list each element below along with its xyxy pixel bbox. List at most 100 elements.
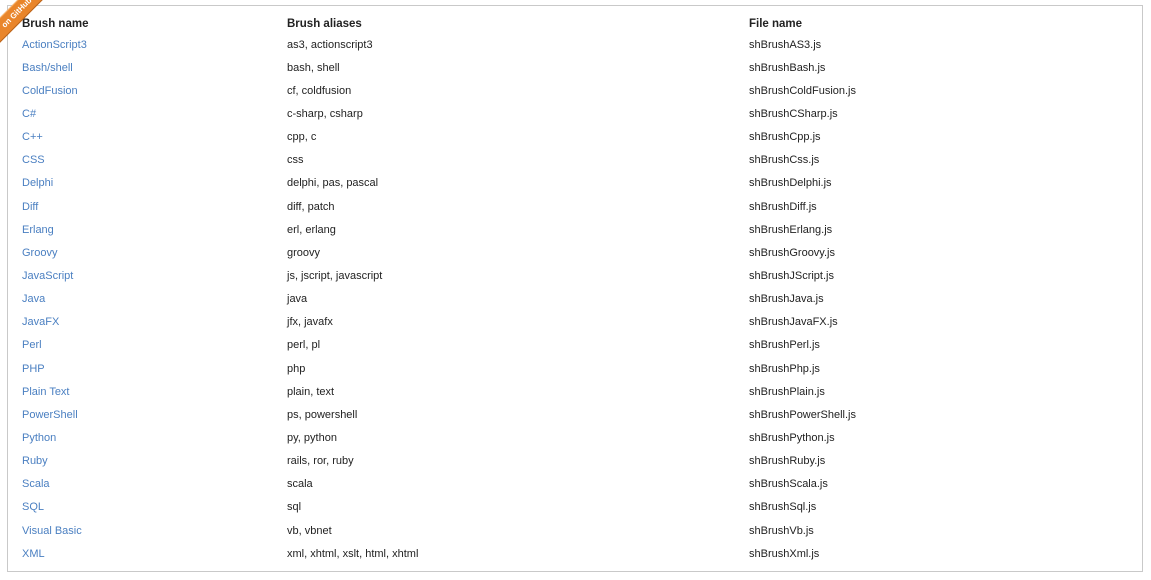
table-row: Perl perl, pl shBrushPerl.js: [21, 334, 1129, 357]
brush-aliases-cell: php: [287, 362, 306, 375]
brush-aliases-cell: rails, ror, ruby: [287, 455, 354, 468]
file-name-cell: shBrushPerl.js: [749, 339, 820, 352]
brush-name-cell: Bash/shell: [21, 56, 286, 79]
brush-name-link[interactable]: Delphi: [22, 177, 53, 189]
file-name-cell: shBrushJava.js: [749, 293, 824, 306]
table-row: Plain Text plain, text shBrushPlain.js: [21, 380, 1129, 403]
brush-name-cell: SQL: [21, 496, 286, 519]
file-name-cell: shBrushPython.js: [749, 431, 835, 444]
header-brush-name: Brush name: [22, 17, 89, 30]
table-row: Ruby rails, ror, ruby shBrushRuby.js: [21, 450, 1129, 473]
table-row: Bash/shell bash, shell shBrushBash.js: [21, 56, 1129, 79]
brush-name-link[interactable]: JavaFX: [22, 316, 59, 328]
brush-name-cell: CSS: [21, 149, 286, 172]
table-row: XML xml, xhtml, xslt, html, xhtml shBrushX…: [21, 542, 1129, 565]
brush-name-link[interactable]: Erlang: [22, 224, 54, 236]
file-name-cell: shBrushCpp.js: [749, 131, 821, 144]
brush-name-link[interactable]: Plain Text: [22, 386, 70, 398]
brush-aliases-cell: perl, pl: [287, 339, 321, 352]
table-row: Erlang erl, erlang shBrushErlang.js: [21, 218, 1129, 241]
brush-name-cell: XML: [21, 542, 286, 565]
table-row: SQL sql shBrushSql.js: [21, 496, 1129, 519]
brush-aliases-cell: plain, text: [287, 385, 335, 398]
brush-aliases-cell: cpp, c: [287, 131, 317, 144]
brush-aliases-cell: ps, powershell: [287, 408, 358, 421]
brush-name-link[interactable]: Python: [22, 432, 56, 444]
brush-name-cell: Diff: [21, 195, 286, 218]
table-row: JavaFX jfx, javafx shBrushJavaFX.js: [21, 311, 1129, 334]
brush-aliases-cell: erl, erlang: [287, 223, 336, 236]
table-row: JavaScript js, jscript, javascript shBrush…: [21, 264, 1129, 287]
brush-name-link[interactable]: ColdFusion: [22, 85, 78, 97]
brushes-panel: on GitHub Brush name Brush aliases File …: [0, 0, 1143, 572]
file-name-cell: shBrushRuby.js: [749, 455, 826, 468]
brush-aliases-cell: bash, shell: [287, 61, 340, 74]
brush-name-cell: Java: [21, 288, 286, 311]
brush-name-link[interactable]: JavaScript: [22, 270, 73, 282]
file-name-cell: shBrushXml.js: [749, 547, 820, 560]
file-name-cell: shBrushColdFusion.js: [749, 84, 856, 97]
brush-aliases-cell: c-sharp, csharp: [287, 107, 363, 120]
brush-name-link[interactable]: Diff: [22, 201, 38, 213]
brush-name-link[interactable]: PowerShell: [22, 409, 78, 421]
header-file-name: File name: [749, 17, 803, 30]
file-name-cell: shBrushCSharp.js: [749, 107, 838, 120]
brush-name-link[interactable]: XML: [22, 548, 45, 560]
table-row: Scala scala shBrushScala.js: [21, 473, 1129, 496]
brush-name-cell: Delphi: [21, 172, 286, 195]
file-name-cell: shBrushAS3.js: [749, 38, 822, 51]
brush-name-cell: Visual Basic: [21, 519, 286, 542]
file-name-cell: shBrushPhp.js: [749, 362, 820, 375]
file-name-cell: shBrushScala.js: [749, 478, 828, 491]
brush-name-cell: ColdFusion: [21, 79, 286, 102]
brush-name-link[interactable]: ActionScript3: [22, 39, 87, 51]
table-row: C# c-sharp, csharp shBrushCSharp.js: [21, 102, 1129, 125]
brush-name-cell: JavaFX: [21, 311, 286, 334]
brush-aliases-cell: delphi, pas, pascal: [287, 177, 379, 190]
header-brush-aliases: Brush aliases: [287, 17, 362, 30]
table-row: Python py, python shBrushPython.js: [21, 426, 1129, 449]
file-name-cell: shBrushDiff.js: [749, 200, 817, 213]
brush-name-link[interactable]: SQL: [22, 501, 44, 513]
brush-name-link[interactable]: C#: [22, 108, 36, 120]
file-name-cell: shBrushPlain.js: [749, 385, 825, 398]
brush-name-cell: Ruby: [21, 450, 286, 473]
brush-name-link[interactable]: Visual Basic: [22, 525, 82, 537]
brush-aliases-cell: as3, actionscript3: [287, 38, 373, 51]
table-row: Java java shBrushJava.js: [21, 288, 1129, 311]
file-name-cell: shBrushPowerShell.js: [749, 408, 856, 421]
brush-name-cell: ActionScript3: [21, 33, 286, 56]
brush-aliases-cell: scala: [287, 478, 313, 491]
brush-aliases-cell: java: [287, 293, 308, 306]
brush-aliases-cell: vb, vbnet: [287, 524, 332, 537]
brush-aliases-cell: groovy: [287, 246, 321, 259]
brush-aliases-cell: css: [287, 154, 304, 167]
table-row: ActionScript3 as3, actionscript3 shBrushAS…: [21, 33, 1129, 56]
brush-name-cell: JavaScript: [21, 264, 286, 287]
brush-name-link[interactable]: C++: [22, 131, 43, 143]
brush-aliases-cell: js, jscript, javascript: [287, 269, 383, 282]
brushes-table: Brush name Brush aliases File name Actio…: [21, 14, 1129, 565]
brush-name-link[interactable]: Bash/shell: [22, 62, 73, 74]
brush-name-link[interactable]: Ruby: [22, 455, 48, 467]
table-row: C++ cpp, c shBrushCpp.js: [21, 126, 1129, 149]
file-name-cell: shBrushSql.js: [749, 501, 817, 514]
brush-name-link[interactable]: PHP: [22, 363, 45, 375]
brush-name-link[interactable]: CSS: [22, 154, 45, 166]
brush-name-cell: C#: [21, 102, 286, 125]
brush-aliases-cell: sql: [287, 501, 302, 514]
brush-name-link[interactable]: Scala: [22, 478, 50, 490]
file-name-cell: shBrushBash.js: [749, 61, 826, 74]
table-row: Groovy groovy shBrushGroovy.js: [21, 241, 1129, 264]
brush-name-link[interactable]: Java: [22, 293, 45, 305]
brush-name-cell: PHP: [21, 357, 286, 380]
brush-aliases-cell: diff, patch: [287, 200, 335, 213]
brush-name-link[interactable]: Perl: [22, 339, 42, 351]
brush-name-link[interactable]: Groovy: [22, 247, 57, 259]
file-name-cell: shBrushVb.js: [749, 524, 814, 537]
table-row: ColdFusion cf, coldfusion shBrushColdFusio…: [21, 79, 1129, 102]
brush-name-cell: C++: [21, 126, 286, 149]
brush-name-cell: Scala: [21, 473, 286, 496]
table-row: PowerShell ps, powershell shBrushPowerShel…: [21, 403, 1129, 426]
brush-name-cell: Erlang: [21, 218, 286, 241]
